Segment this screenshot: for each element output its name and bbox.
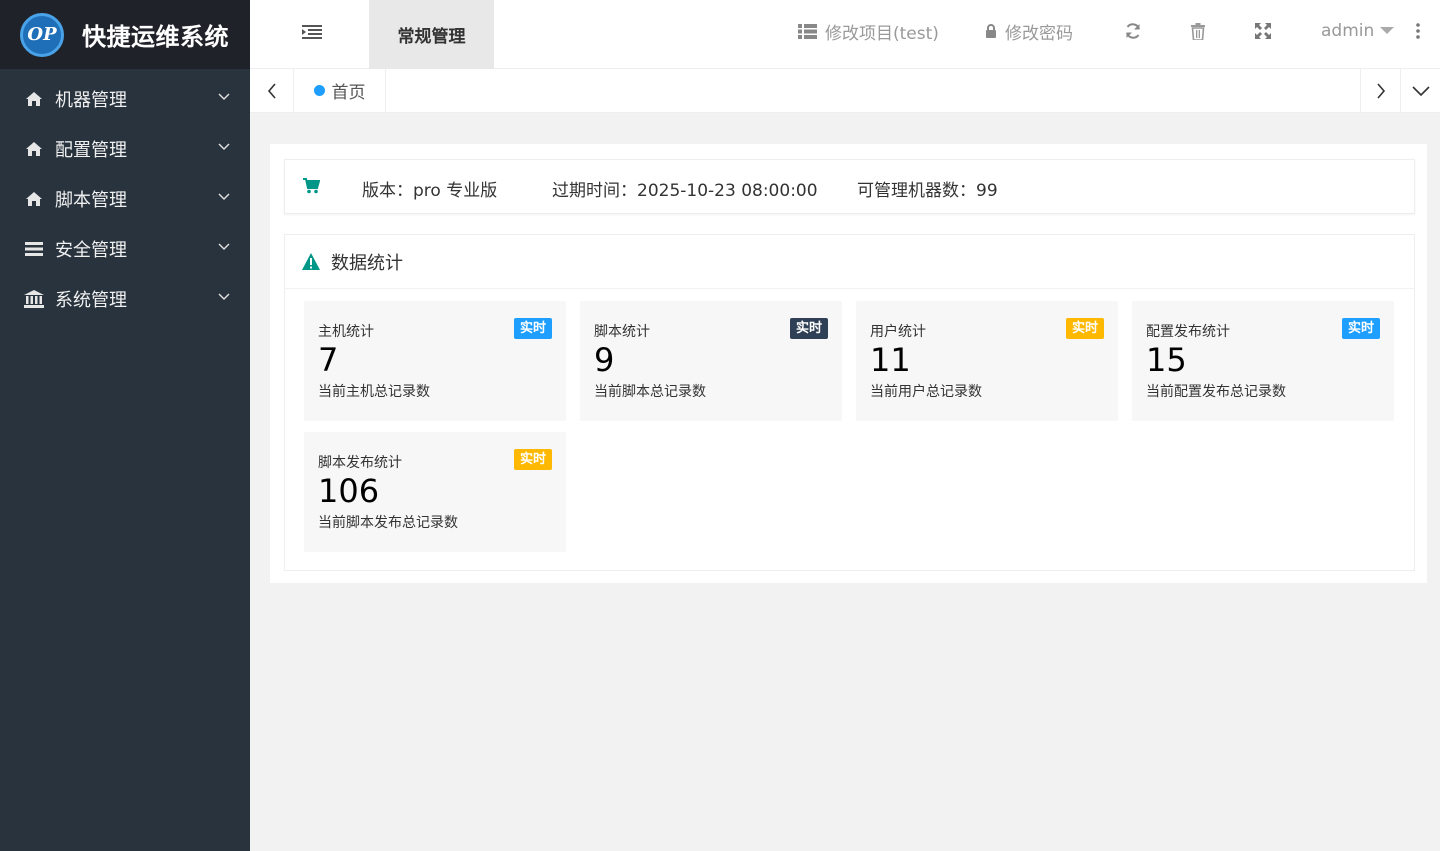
stat-card-user[interactable]: 用户统计 实时 11 当前用户总记录数	[856, 301, 1118, 421]
sidebar-menu: 机器管理 配置管理 脚本管理 安全管理 系统管理	[0, 69, 250, 324]
realtime-badge: 实时	[1341, 318, 1380, 339]
stat-desc: 当前脚本总记录数	[594, 384, 706, 400]
cart-icon	[303, 178, 320, 194]
chevron-down-icon	[1411, 85, 1430, 96]
sidebar-item-label: 脚本管理	[55, 190, 127, 211]
stats-title: 数据统计	[331, 252, 403, 274]
chevron-down-icon	[218, 193, 230, 201]
chevron-down-icon	[218, 93, 230, 101]
sidebar-item-label: 配置管理	[55, 140, 127, 161]
app-title: 快捷运维系统	[82, 23, 229, 51]
chevron-right-icon	[1376, 82, 1385, 99]
tabs-next-button[interactable]	[1360, 69, 1400, 112]
stat-desc: 当前配置发布总记录数	[1146, 384, 1286, 400]
license-info-card: 版本：pro 专业版 过期时间：2025-10-23 08:00:00 可管理机…	[284, 159, 1415, 214]
sidebar-item-config[interactable]: 配置管理	[0, 124, 250, 174]
sidebar: OP 快捷运维系统 机器管理 配置管理 脚本管理 安全管理 系统管理	[0, 0, 250, 851]
home-icon	[24, 189, 44, 209]
main-content: 版本：pro 专业版 过期时间：2025-10-23 08:00:00 可管理机…	[270, 144, 1427, 583]
stat-value: 9	[594, 341, 615, 379]
change-password-button[interactable]: 修改密码	[985, 0, 1073, 62]
stat-name: 脚本统计	[594, 324, 650, 340]
sidebar-item-label: 机器管理	[55, 90, 127, 111]
chevron-down-icon	[218, 293, 230, 301]
sidebar-item-label: 系统管理	[55, 290, 127, 311]
stat-card-config-release[interactable]: 配置发布统计 实时 15 当前配置发布总记录数	[1132, 301, 1394, 421]
list-icon	[798, 23, 817, 39]
home-icon	[24, 89, 44, 109]
more-button[interactable]	[1416, 0, 1420, 62]
stat-card-script[interactable]: 脚本统计 实时 9 当前脚本总记录数	[580, 301, 842, 421]
top-header: 常规管理 修改项目(test) 修改密码 admin	[250, 0, 1440, 69]
stat-card-host[interactable]: 主机统计 实时 7 当前主机总记录数	[304, 301, 566, 421]
realtime-badge: 实时	[789, 318, 828, 339]
chevron-down-icon	[218, 143, 230, 151]
machine-count-text: 可管理机器数：99	[857, 181, 998, 201]
realtime-badge: 实时	[513, 318, 552, 339]
stat-name: 脚本发布统计	[318, 455, 402, 471]
clear-cache-button[interactable]	[1191, 0, 1205, 62]
stat-name: 用户统计	[870, 324, 926, 340]
edit-project-label: 修改项目(test)	[825, 23, 939, 44]
refresh-button[interactable]	[1124, 0, 1142, 62]
caret-down-icon	[1380, 27, 1395, 34]
tab-home[interactable]: 首页	[294, 69, 386, 112]
edit-project-button[interactable]: 修改项目(test)	[798, 0, 939, 62]
change-password-label: 修改密码	[1005, 23, 1073, 44]
bank-icon	[24, 289, 44, 309]
stat-value: 7	[318, 341, 339, 379]
lock-icon	[985, 24, 997, 38]
stat-value: 15	[1146, 341, 1187, 379]
stat-desc: 当前主机总记录数	[318, 384, 430, 400]
refresh-icon	[1126, 23, 1140, 39]
sidebar-item-security[interactable]: 安全管理	[0, 224, 250, 274]
user-menu[interactable]: admin	[1321, 0, 1395, 62]
sidebar-item-label: 安全管理	[55, 240, 127, 261]
stat-desc: 当前脚本发布总记录数	[318, 515, 458, 531]
more-vertical-icon	[1416, 23, 1420, 39]
list-icon	[24, 239, 44, 259]
stat-card-script-release[interactable]: 脚本发布统计 实时 106 当前脚本发布总记录数	[304, 432, 566, 552]
home-icon	[24, 139, 44, 159]
sidebar-item-machine[interactable]: 机器管理	[0, 74, 250, 124]
menu-toggle-icon[interactable]	[302, 24, 322, 40]
stat-name: 配置发布统计	[1146, 324, 1230, 340]
stat-name: 主机统计	[318, 324, 374, 340]
chevron-down-icon	[218, 243, 230, 251]
stat-value: 11	[870, 341, 911, 379]
active-dot	[313, 85, 325, 96]
warning-icon	[302, 253, 320, 270]
fullscreen-icon	[1255, 23, 1271, 39]
user-name: admin	[1321, 21, 1375, 41]
version-text: 版本：pro 专业版	[362, 181, 498, 201]
data-stats-panel: 数据统计 主机统计 实时 7 当前主机总记录数 脚本统计 实时 9 当前脚本总记…	[284, 234, 1415, 571]
tabs-prev-button[interactable]	[250, 69, 294, 112]
stat-value: 106	[318, 472, 380, 510]
sidebar-item-system[interactable]: 系统管理	[0, 274, 250, 324]
expire-text: 过期时间：2025-10-23 08:00:00	[552, 181, 818, 201]
logo-area[interactable]: OP 快捷运维系统	[0, 0, 250, 69]
tab-home-label: 首页	[331, 83, 366, 103]
realtime-badge: 实时	[1065, 318, 1104, 339]
sidebar-item-script[interactable]: 脚本管理	[0, 174, 250, 224]
chevron-left-icon	[267, 82, 276, 99]
page-tabs-bar: 首页	[250, 69, 1440, 113]
stat-desc: 当前用户总记录数	[870, 384, 982, 400]
logo-badge: OP	[20, 12, 64, 57]
stats-header: 数据统计	[285, 235, 1414, 289]
fullscreen-button[interactable]	[1255, 0, 1271, 62]
tabs-menu-button[interactable]	[1400, 69, 1440, 112]
tab-general-management[interactable]: 常规管理	[369, 0, 494, 69]
realtime-badge: 实时	[513, 449, 552, 470]
trash-icon	[1191, 22, 1205, 40]
